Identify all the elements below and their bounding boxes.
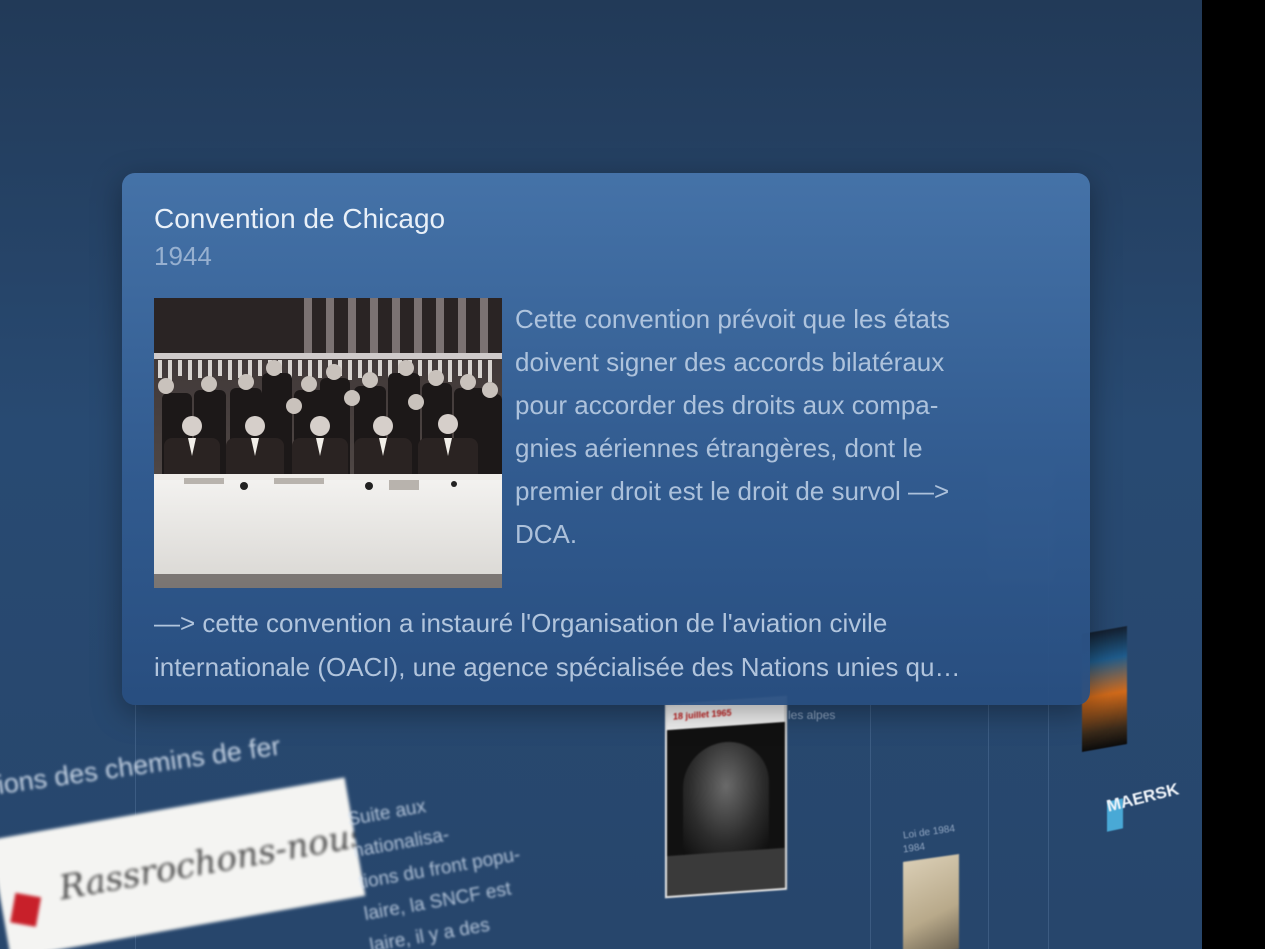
- background-image-card[interactable]: Rassrochons-nous: [0, 777, 366, 949]
- photo-illustration: [154, 298, 502, 588]
- logo-mark-icon: [10, 892, 42, 927]
- law-title: Loi de 1984: [902, 823, 956, 842]
- law-year: 1984: [902, 841, 926, 856]
- event-description-line: doivent signer des accords bilatéraux: [515, 347, 945, 377]
- background-section-title: ions des chemins de fer: [0, 730, 283, 801]
- event-description-line: gnies aériennes étrangères, dont le: [515, 433, 923, 463]
- background-paragraph: Suite aux nationalisa- tions du front po…: [345, 775, 546, 949]
- tunnel-photo[interactable]: 18 juillet 1965: [665, 695, 787, 899]
- event-description: Cette convention prévoit que les états d…: [515, 298, 1045, 556]
- tunnel-arch: [683, 738, 769, 856]
- timeline-divider: [870, 705, 871, 949]
- event-title: Convention de Chicago: [154, 203, 446, 234]
- tunnel-caption: les alpes: [788, 708, 836, 722]
- timeline-screen: ions des chemins de fer Rassrochons-nous…: [0, 0, 1265, 949]
- event-popover[interactable]: Convention de Chicago 1944 Cette convent…: [122, 173, 1090, 705]
- event-description-line: premier droit est le droit de survol —>: [515, 476, 950, 506]
- event-description-line: Cette convention prévoit que les états: [515, 304, 951, 334]
- event-description-line: pour accorder des droits aux compa-: [515, 390, 939, 420]
- event-year: 1944: [154, 241, 212, 271]
- event-note-line: —> cette convention a instauré l'Organis…: [154, 608, 888, 638]
- background-card-script: Rassrochons-nous: [56, 814, 366, 909]
- tunnel-floor: [667, 847, 785, 897]
- timeline-divider: [988, 705, 989, 949]
- event-description-line: DCA.: [515, 519, 578, 549]
- signing-ceremony-photo[interactable]: [154, 298, 502, 588]
- maersk-logo: MAERSK: [1104, 779, 1181, 816]
- ship-photo[interactable]: [903, 854, 959, 949]
- event-note: —> cette convention a instauré l'Organis…: [154, 601, 1084, 689]
- screen-edge: [1202, 0, 1265, 949]
- event-note-line: internationale (OACI), une agence spécia…: [154, 652, 961, 682]
